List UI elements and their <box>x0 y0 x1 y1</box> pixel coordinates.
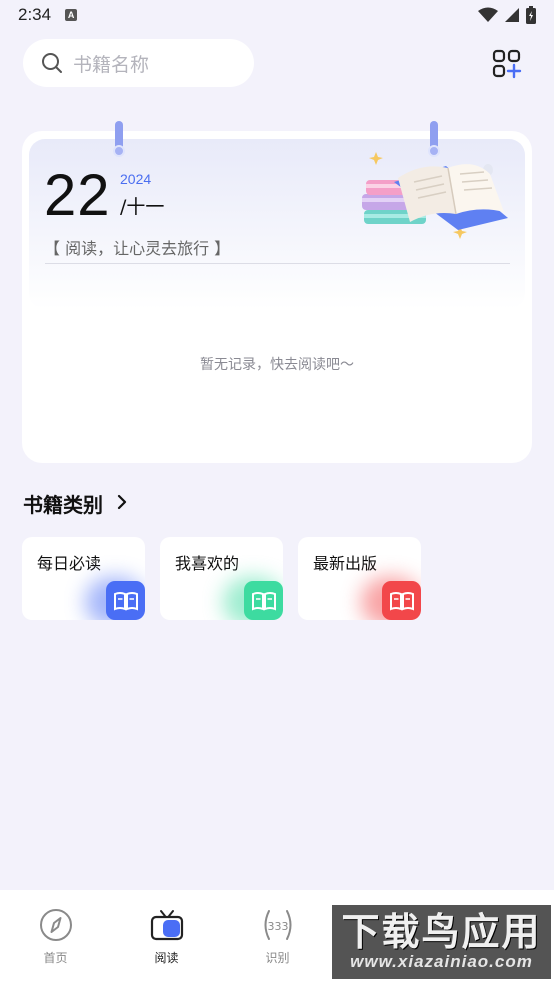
category-card-favorites[interactable]: 我喜欢的 <box>160 537 283 620</box>
book-tv-icon <box>150 910 184 941</box>
nav-label-read: 阅读 <box>154 951 179 965</box>
nav-item-read[interactable]: 阅读 <box>111 890 222 984</box>
calendar-divider <box>45 263 510 264</box>
calendar-year: 2024 <box>120 171 152 187</box>
compass-icon <box>40 909 72 941</box>
calendar-day: 22 <box>44 163 111 228</box>
grid-add-icon[interactable] <box>492 49 522 79</box>
scan-icon: 333 <box>264 910 292 940</box>
open-book-icon <box>106 581 145 620</box>
chevron-right-icon[interactable] <box>116 493 128 511</box>
svg-text:333: 333 <box>268 920 289 933</box>
reading-motto: 【 阅读，让心灵去旅行 】 <box>44 239 231 258</box>
nav-item-recognize[interactable]: 333 识别 <box>222 890 333 984</box>
category-label: 我喜欢的 <box>175 554 240 573</box>
wifi-icon <box>478 7 498 22</box>
watermark-url: www.xiazainiao.com <box>350 952 533 971</box>
books-illustration-icon <box>362 152 508 239</box>
status-bar: 2:34 A <box>0 0 554 30</box>
nav-label-home: 首页 <box>43 951 68 965</box>
status-icons <box>478 6 536 24</box>
open-book-icon <box>244 581 283 620</box>
watermark-text: 下载鸟应用 <box>341 910 542 954</box>
search-input[interactable]: 书籍名称 <box>23 39 254 87</box>
category-label: 每日必读 <box>37 554 102 573</box>
signal-icon <box>505 8 519 22</box>
open-book-icon <box>382 581 421 620</box>
empty-reading-message: 暂无记录，快去阅读吧～ <box>200 357 354 373</box>
search-placeholder: 书籍名称 <box>73 53 150 76</box>
watermark-logo: 下载鸟应用 www.xiazainiao.com <box>332 905 551 979</box>
category-card-latest[interactable]: 最新出版 <box>298 537 421 620</box>
category-card-daily[interactable]: 每日必读 <box>22 537 145 620</box>
nav-item-home[interactable]: 首页 <box>0 890 111 984</box>
category-label: 最新出版 <box>313 554 378 573</box>
calendar-ring-left <box>113 121 125 161</box>
nav-label-recognize: 识别 <box>265 951 290 965</box>
calendar-month: /十一 <box>120 196 165 218</box>
battery-icon <box>526 6 536 24</box>
notification-a-icon: A <box>65 9 78 21</box>
search-icon <box>42 53 62 73</box>
section-title-categories[interactable]: 书籍类别 <box>23 489 103 518</box>
status-time: 2:34 <box>18 5 52 24</box>
